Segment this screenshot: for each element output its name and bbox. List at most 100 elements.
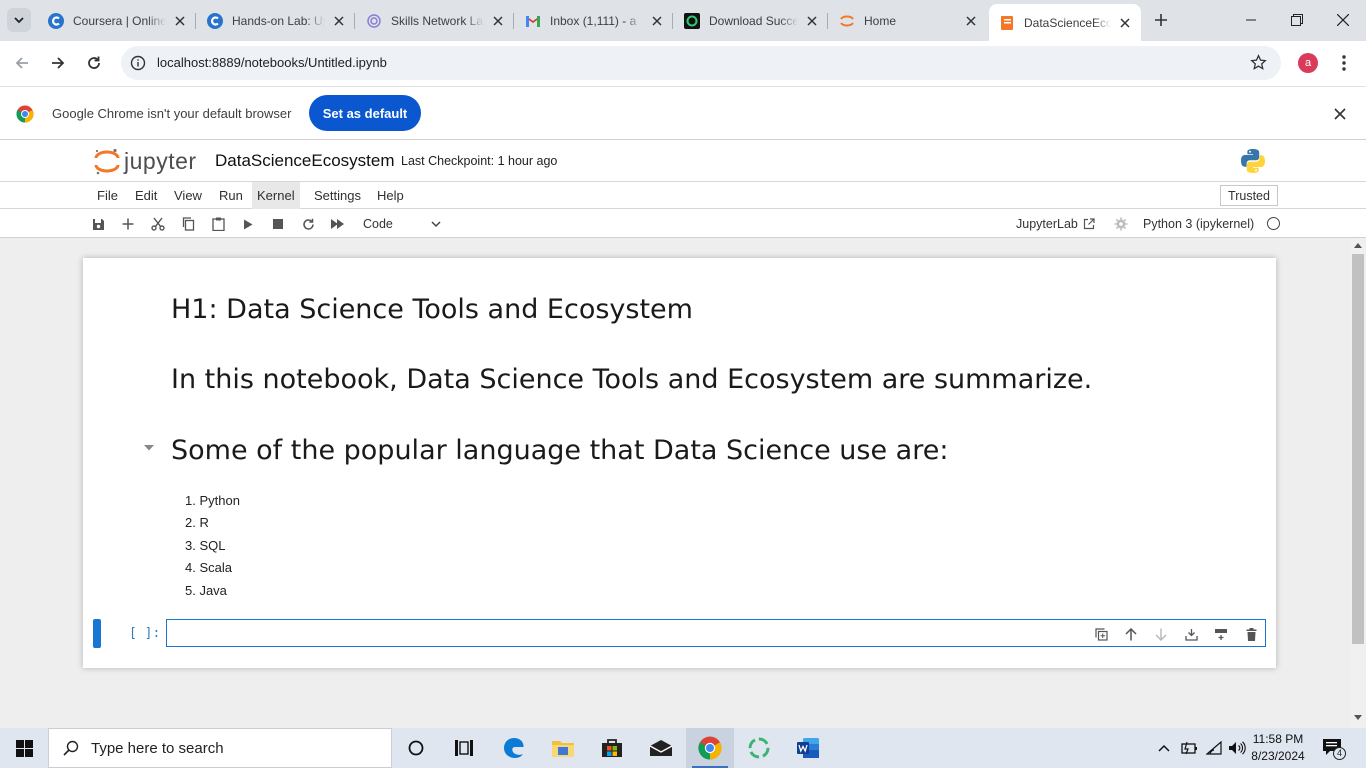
arrow-left-icon	[15, 57, 28, 69]
close-tab-icon[interactable]	[490, 13, 506, 29]
show-hidden-icons-button[interactable]	[1154, 728, 1174, 768]
open-jupyterlab-link[interactable]: JupyterLab	[1016, 217, 1095, 231]
close-tab-icon[interactable]	[331, 13, 347, 29]
restore-icon	[1291, 14, 1303, 26]
browser-tab-hands-on-lab[interactable]: Hands-on Lab: Upload	[197, 4, 355, 37]
chrome-menu-button[interactable]	[1334, 53, 1354, 73]
profile-avatar[interactable]: a	[1298, 53, 1318, 73]
markdown-heading-2[interactable]: In this notebook, Data Science Tools and…	[171, 364, 1092, 395]
cortana-button[interactable]	[392, 728, 440, 768]
save-button[interactable]	[88, 214, 108, 234]
jupyter-wordmark: jupyter	[124, 148, 197, 174]
restart-run-all-button[interactable]	[328, 214, 348, 234]
clock-date: 8/23/2024	[1251, 749, 1305, 763]
cell-type-dropdown[interactable]: Code	[357, 213, 447, 235]
taskbar-store[interactable]	[588, 728, 636, 768]
kernel-name[interactable]: Python 3 (ipykernel)	[1143, 217, 1254, 231]
tab-title: Hands-on Lab: Upload	[232, 13, 325, 28]
move-cell-up-icon[interactable]	[1121, 622, 1141, 646]
taskbar-word[interactable]	[784, 728, 832, 768]
taskbar-mail[interactable]	[637, 728, 685, 768]
duplicate-cell-icon[interactable]	[1091, 622, 1111, 646]
close-tab-icon[interactable]	[804, 13, 820, 29]
browser-tab-gmail[interactable]: Inbox (1,111) - a	[515, 4, 673, 37]
jupyter-logo[interactable]: jupyter	[94, 144, 204, 178]
markdown-heading-1[interactable]: H1: Data Science Tools and Ecosystem	[171, 294, 693, 325]
tab-title: Inbox (1,111) - a	[550, 13, 637, 28]
close-window-button[interactable]	[1320, 0, 1366, 40]
chrome-logo-icon	[16, 105, 34, 123]
code-cell-input[interactable]	[166, 619, 1266, 647]
restart-kernel-button[interactable]	[298, 214, 318, 234]
insert-cell-below-icon[interactable]	[1181, 622, 1201, 646]
tab-search-button[interactable]	[7, 8, 31, 32]
bookmark-star-icon[interactable]	[1250, 54, 1267, 74]
scroll-down-arrow-icon[interactable]	[1354, 715, 1362, 721]
tab-divider	[354, 13, 355, 29]
tab-divider	[195, 13, 196, 29]
scrollbar-thumb[interactable]	[1352, 254, 1364, 644]
minimize-button[interactable]	[1228, 0, 1274, 40]
browser-tab-home[interactable]: Home	[829, 4, 987, 37]
battery-status[interactable]	[1178, 728, 1200, 768]
collapse-heading-caret-icon[interactable]	[144, 444, 154, 452]
notebook-scrollbar[interactable]	[1350, 238, 1366, 728]
close-tab-icon[interactable]	[172, 13, 188, 29]
scroll-up-arrow-icon[interactable]	[1354, 242, 1362, 248]
more-vertical-icon	[1342, 55, 1346, 71]
tab-divider	[513, 13, 514, 29]
cut-cell-button[interactable]	[148, 214, 168, 234]
menu-view[interactable]: View	[169, 182, 207, 209]
action-center-button[interactable]: 4	[1322, 738, 1346, 760]
forward-button[interactable]	[45, 50, 71, 76]
delete-cell-icon[interactable]	[1241, 622, 1261, 646]
cortana-icon	[408, 740, 424, 756]
close-tab-icon[interactable]	[649, 13, 665, 29]
close-infobar-icon[interactable]	[1331, 105, 1349, 123]
close-tab-icon[interactable]	[1117, 15, 1133, 31]
system-clock[interactable]: 11:58 PM 8/23/2024	[1246, 731, 1310, 765]
browser-tab-coursera[interactable]: Coursera | Online Courses	[38, 4, 196, 37]
browser-tab-download-success[interactable]: Download Success	[674, 4, 828, 37]
new-tab-button[interactable]	[1150, 9, 1172, 31]
close-tab-icon[interactable]	[963, 13, 979, 29]
move-cell-down-icon[interactable]	[1151, 622, 1171, 646]
reload-button[interactable]	[81, 50, 107, 76]
browser-tab-skills-network[interactable]: Skills Network Labs	[356, 4, 514, 37]
tab-title: Coursera | Online Courses	[73, 13, 166, 28]
interrupt-kernel-button[interactable]	[268, 214, 288, 234]
browser-tab-datascienceecosystem[interactable]: DataScienceEcosystem	[989, 4, 1141, 41]
copy-cell-button[interactable]	[178, 214, 198, 234]
insert-cell-above-icon[interactable]	[1211, 622, 1231, 646]
network-status[interactable]	[1203, 728, 1225, 768]
menu-run[interactable]: Run	[214, 182, 248, 209]
restore-button[interactable]	[1274, 0, 1320, 40]
markdown-heading-3[interactable]: Some of the popular language that Data S…	[171, 435, 948, 466]
task-view-button[interactable]	[440, 728, 488, 768]
menu-settings[interactable]: Settings	[309, 182, 366, 209]
taskbar-edge[interactable]	[490, 728, 538, 768]
set-as-default-button[interactable]: Set as default	[309, 95, 421, 131]
taskbar-file-explorer[interactable]	[539, 728, 587, 768]
clock-time: 11:58 PM	[1252, 732, 1304, 746]
menu-kernel[interactable]: Kernel	[252, 182, 300, 209]
volume-control[interactable]	[1226, 728, 1248, 768]
menu-file[interactable]: File	[92, 182, 123, 209]
start-button[interactable]	[0, 728, 48, 768]
kernel-settings-icon[interactable]	[1114, 217, 1128, 231]
insert-cell-button[interactable]	[118, 214, 138, 234]
run-cell-button[interactable]	[238, 214, 258, 234]
menu-help[interactable]: Help	[372, 182, 409, 209]
notebook-title[interactable]: DataScienceEcosystem	[215, 151, 395, 171]
menu-edit[interactable]: Edit	[130, 182, 162, 209]
back-button[interactable]	[9, 50, 35, 76]
taskbar-search-box[interactable]: Type here to search	[48, 728, 392, 768]
taskbar-chrome[interactable]	[686, 728, 734, 768]
address-bar[interactable]: localhost:8889/notebooks/Untitled.ipynb	[121, 46, 1281, 80]
trusted-indicator[interactable]: Trusted	[1220, 185, 1278, 206]
taskbar-loading-app[interactable]	[735, 728, 783, 768]
site-info-icon[interactable]	[130, 55, 146, 71]
tab-title: Download Success	[709, 13, 798, 28]
paste-cell-button[interactable]	[208, 214, 228, 234]
url-text[interactable]: localhost:8889/notebooks/Untitled.ipynb	[157, 55, 387, 70]
